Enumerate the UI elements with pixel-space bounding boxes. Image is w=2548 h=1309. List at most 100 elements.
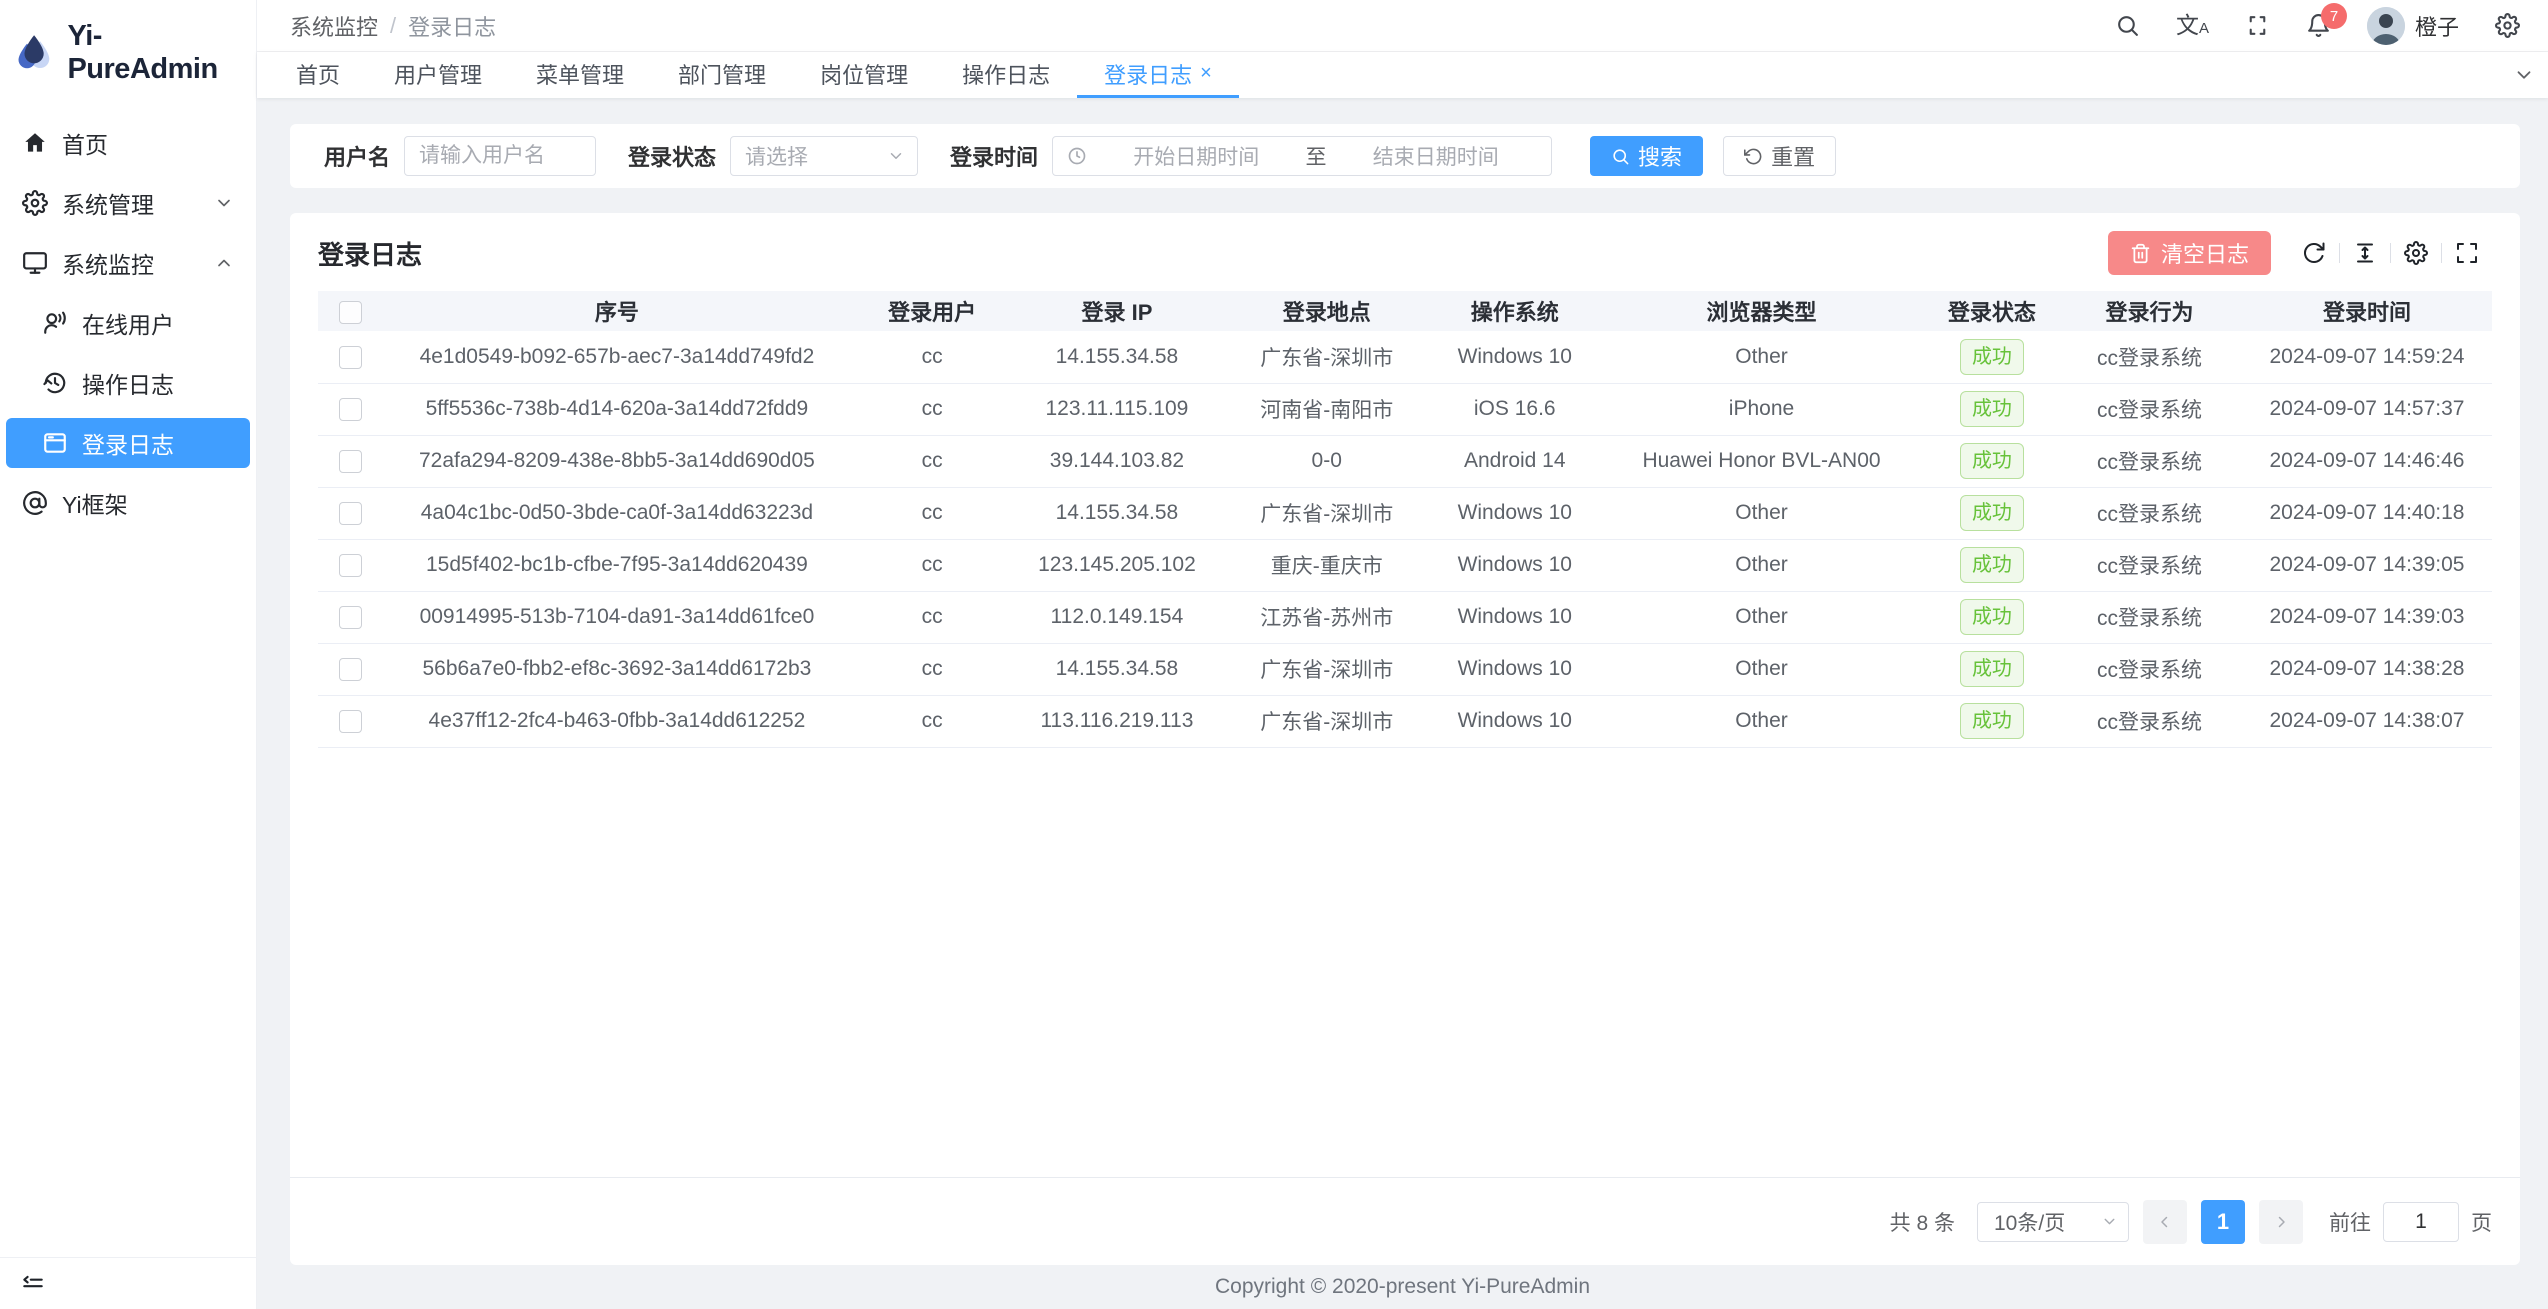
online-user-icon <box>42 310 68 336</box>
refresh-table-button[interactable] <box>2289 241 2339 265</box>
cell-serial: 4e1d0549-b092-657b-aec7-3a14dd749fd2 <box>383 331 850 383</box>
row-checkbox[interactable] <box>339 554 362 577</box>
gear-icon <box>22 190 48 216</box>
cell-location: 江苏省-苏州市 <box>1220 591 1433 643</box>
tab-operation-log[interactable]: 操作日志 <box>935 52 1077 98</box>
sidebar-item-operation-log[interactable]: 操作日志 <box>6 358 250 408</box>
prev-page-button[interactable] <box>2143 1200 2187 1244</box>
cell-serial: 56b6a7e0-fbb2-ef8c-3692-3a14dd6172b3 <box>383 643 850 695</box>
goto-page-input[interactable] <box>2383 1202 2459 1242</box>
sidebar-item-system-monitor[interactable]: 系统监控 <box>6 238 250 288</box>
cell-time: 2024-09-07 14:46:46 <box>2242 435 2492 487</box>
collapse-sidebar-button[interactable] <box>20 1271 46 1297</box>
tab-user-management[interactable]: 用户管理 <box>367 52 509 98</box>
cell-serial: 4e37ff12-2fc4-b463-0fbb-3a14dd612252 <box>383 695 850 747</box>
user-menu[interactable]: 橙子 <box>2367 7 2459 45</box>
status-badge: 成功 <box>1960 547 2024 583</box>
sidebar-item-online-users[interactable]: 在线用户 <box>6 298 250 348</box>
gear-icon <box>2404 241 2428 265</box>
page-size-select[interactable]: 10条/页 <box>1977 1202 2129 1242</box>
topbar-actions: 文A 7 橙子 <box>2115 7 2520 45</box>
monitor-icon <box>22 250 48 276</box>
tab-menu-management[interactable]: 菜单管理 <box>509 52 651 98</box>
pagination-total: 共 8 条 <box>1890 1207 1955 1237</box>
row-checkbox[interactable] <box>339 710 362 733</box>
clear-logs-label: 清空日志 <box>2161 237 2249 269</box>
username-input[interactable] <box>404 136 596 176</box>
table-fullscreen-button[interactable] <box>2442 241 2492 265</box>
tab-label: 部门管理 <box>678 58 766 90</box>
row-checkbox[interactable] <box>339 606 362 629</box>
cell-location: 重庆-重庆市 <box>1220 539 1433 591</box>
sidebar-item-yi-framework[interactable]: Yi框架 <box>6 478 250 528</box>
chevron-down-icon <box>2101 1213 2118 1230</box>
cell-time: 2024-09-07 14:38:07 <box>2242 695 2492 747</box>
logo-drop-icon <box>12 30 55 76</box>
menu-fold-icon <box>20 1271 46 1297</box>
sidebar-item-system-management[interactable]: 系统管理 <box>6 178 250 228</box>
login-status-label: 登录状态 <box>628 140 716 172</box>
sidebar-item-home[interactable]: 首页 <box>6 118 250 168</box>
login-time-range-picker[interactable]: 开始日期时间 至 结束日期时间 <box>1052 136 1552 176</box>
cell-user: cc <box>851 435 1014 487</box>
fullscreen-button[interactable] <box>2245 13 2270 38</box>
tab-post-management[interactable]: 岗位管理 <box>793 52 935 98</box>
row-checkbox[interactable] <box>339 450 362 473</box>
cell-browser: Other <box>1596 591 1926 643</box>
cell-ip: 14.155.34.58 <box>1014 331 1221 383</box>
panel-header: 登录日志 清空日志 <box>290 213 2520 291</box>
page-1-button[interactable]: 1 <box>2201 1200 2245 1244</box>
cell-os: Windows 10 <box>1433 487 1596 539</box>
status-badge: 成功 <box>1960 391 2024 427</box>
reset-button[interactable]: 重置 <box>1723 136 1836 176</box>
status-badge: 成功 <box>1960 339 2024 375</box>
row-checkbox[interactable] <box>339 502 362 525</box>
tab-dept-management[interactable]: 部门管理 <box>651 52 793 98</box>
next-page-button[interactable] <box>2259 1200 2303 1244</box>
breadcrumb-section[interactable]: 系统监控 <box>290 10 378 42</box>
app-logo[interactable]: Yi-PureAdmin <box>0 0 256 102</box>
tab-home[interactable]: 首页 <box>269 52 367 98</box>
row-checkbox[interactable] <box>339 398 362 421</box>
select-all-checkbox[interactable] <box>339 301 362 324</box>
tag-menu-button[interactable] <box>2500 52 2548 98</box>
cell-os: Windows 10 <box>1433 591 1596 643</box>
content: 用户名 登录状态 请选择 登录时间 开始日期时间 至 结束日期时间 搜索 <box>257 98 2548 1265</box>
app-title: Yi-PureAdmin <box>67 20 242 86</box>
tab-login-log[interactable]: 登录日志 × <box>1077 52 1239 98</box>
translate-button[interactable]: 文A <box>2176 14 2209 37</box>
history-icon <box>42 370 68 396</box>
table-tools <box>2289 241 2492 265</box>
settings-button[interactable] <box>2495 13 2520 38</box>
cell-os: Windows 10 <box>1433 695 1596 747</box>
status-badge: 成功 <box>1960 443 2024 479</box>
cell-browser: Other <box>1596 331 1926 383</box>
sidebar-item-login-log[interactable]: 登录日志 <box>6 418 250 468</box>
cell-time: 2024-09-07 14:57:37 <box>2242 383 2492 435</box>
cell-browser: Other <box>1596 539 1926 591</box>
goto-page: 前往 页 <box>2329 1202 2492 1242</box>
cell-location: 0-0 <box>1220 435 1433 487</box>
cell-time: 2024-09-07 14:59:24 <box>2242 331 2492 383</box>
cell-user: cc <box>851 591 1014 643</box>
notification-button[interactable]: 7 <box>2306 13 2331 38</box>
login-status-select[interactable]: 请选择 <box>730 136 918 176</box>
login-log-icon <box>42 430 68 456</box>
search-submit-button[interactable]: 搜索 <box>1590 136 1703 176</box>
status-badge: 成功 <box>1960 651 2024 687</box>
cell-browser: iPhone <box>1596 383 1926 435</box>
clear-logs-button[interactable]: 清空日志 <box>2108 231 2271 275</box>
login-log-table: 序号 登录用户 登录 IP 登录地点 操作系统 浏览器类型 登录状态 登录行为 … <box>318 291 2492 748</box>
cell-ip: 123.11.115.109 <box>1014 383 1221 435</box>
column-settings-button[interactable] <box>2391 241 2441 265</box>
cell-behavior: cc登录系统 <box>2057 383 2242 435</box>
row-density-button[interactable] <box>2340 241 2390 265</box>
row-checkbox[interactable] <box>339 658 362 681</box>
row-checkbox[interactable] <box>339 346 362 369</box>
cell-os: Windows 10 <box>1433 539 1596 591</box>
column-header: 登录 IP <box>1014 291 1221 331</box>
close-tab-icon[interactable]: × <box>1200 62 1212 85</box>
search-button[interactable] <box>2115 13 2140 38</box>
tab-label: 操作日志 <box>962 58 1050 90</box>
cell-location: 广东省-深圳市 <box>1220 487 1433 539</box>
